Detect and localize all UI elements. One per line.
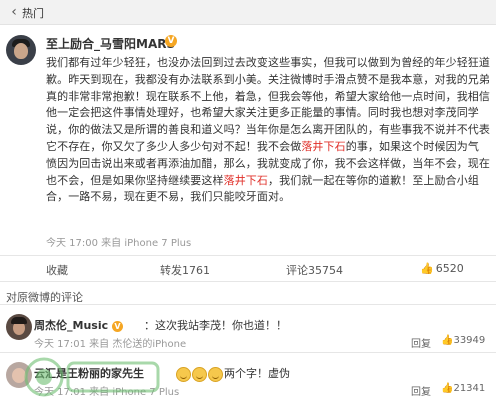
comment-like-button[interactable]: 👍21341 bbox=[441, 383, 485, 394]
comment-like-count: 33949 bbox=[453, 335, 486, 346]
comment-like-button[interactable]: 👍33949 bbox=[441, 335, 485, 346]
post-highlight-link[interactable]: 落井下石 bbox=[301, 140, 345, 153]
comment-like-count: 21341 bbox=[453, 383, 486, 394]
comment-text: ：这次我站李茂！你也道！！ bbox=[144, 319, 287, 332]
repost-button[interactable]: 转发1761 bbox=[160, 262, 210, 278]
weibo-post: 至上励合_马雪阳MARS V 我们都有过年少轻狂，也没办法回到过去改变这些事实，… bbox=[0, 25, 496, 255]
divider bbox=[0, 281, 496, 282]
thumbs-up-icon: 👍 bbox=[441, 383, 454, 394]
comment-text-content: 两个字！虚伪 bbox=[224, 367, 290, 380]
comment-avatar[interactable] bbox=[6, 314, 32, 340]
chevron-left-icon[interactable]: ‹ bbox=[6, 4, 22, 20]
watermark-logo bbox=[24, 357, 160, 397]
post-text-part: 我们都有过年少轻狂，也没办法回到过去改变这些事实，但我可以做到为曾经的年少轻狂道… bbox=[46, 56, 490, 153]
like-button[interactable]: 👍 6520 bbox=[420, 262, 464, 275]
laughing-emoji-icon bbox=[208, 366, 223, 382]
laughing-emoji-icon bbox=[192, 366, 207, 382]
divider bbox=[0, 304, 496, 305]
thumbs-up-icon: 👍 bbox=[441, 335, 454, 346]
post-username[interactable]: 至上励合_马雪阳MARS bbox=[46, 35, 175, 52]
avatar[interactable] bbox=[6, 35, 36, 65]
collect-button[interactable]: 收藏 bbox=[46, 262, 68, 278]
comment-text: 两个字！虚伪 bbox=[176, 365, 290, 382]
comment-button[interactable]: 评论35754 bbox=[286, 262, 343, 278]
thumbs-up-icon: 👍 bbox=[420, 262, 434, 275]
top-bar: ‹ 热门 bbox=[0, 0, 496, 25]
reply-button[interactable]: 回复 bbox=[411, 335, 431, 350]
post-content: 我们都有过年少轻狂，也没办法回到过去改变这些事实，但我可以做到为曾经的年少轻狂道… bbox=[46, 55, 490, 206]
comment-username-text: 周杰伦_Music bbox=[34, 319, 109, 332]
post-meta: 今天 17:00 来自 iPhone 7 Plus bbox=[46, 238, 192, 249]
verified-v-icon: V bbox=[111, 320, 123, 332]
action-bar: 收藏 转发1761 评论35754 👍 6520 bbox=[0, 256, 496, 280]
comments-section-title: 对原微博的评论 bbox=[6, 291, 83, 304]
page-title: 热门 bbox=[22, 7, 44, 20]
laughing-emoji-icon bbox=[176, 366, 191, 382]
avatar-hair bbox=[11, 317, 27, 324]
like-count: 6520 bbox=[435, 262, 464, 275]
comment-username[interactable]: 周杰伦_Music V bbox=[34, 317, 123, 333]
reply-button[interactable]: 回复 bbox=[411, 383, 431, 398]
verified-v-icon: V bbox=[165, 35, 177, 47]
post-highlight-link[interactable]: 落井下石 bbox=[224, 174, 268, 187]
avatar-face bbox=[14, 43, 28, 59]
